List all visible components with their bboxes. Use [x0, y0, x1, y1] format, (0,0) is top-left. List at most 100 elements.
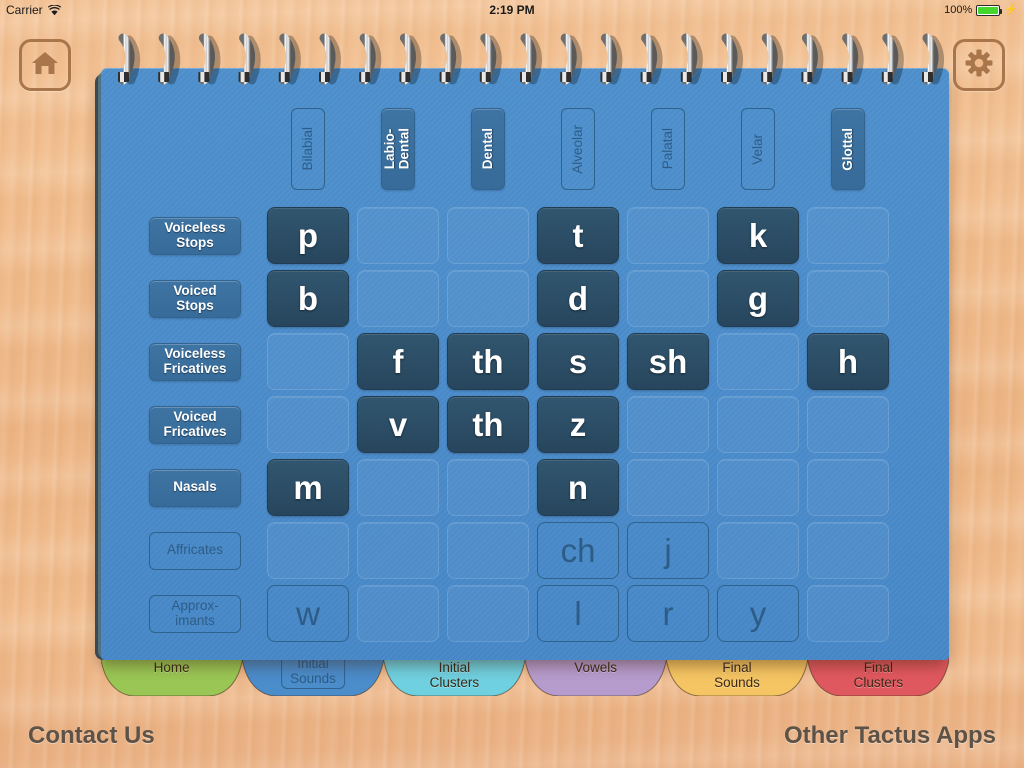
phoneme-cell-slot [803, 582, 893, 645]
phoneme-cell-m-r4c0[interactable]: m [267, 459, 349, 516]
phoneme-cell-slot [443, 582, 533, 645]
phoneme-cell-slot: th [443, 330, 533, 393]
phoneme-cell-slot: z [533, 393, 623, 456]
row-label-voiceless-stops[interactable]: Voiceless Stops [149, 216, 241, 255]
phoneme-cell-empty-r0c6 [807, 207, 889, 264]
phoneme-cell-slot [803, 519, 893, 582]
phoneme-cell-p-r0c0[interactable]: p [267, 207, 349, 264]
phoneme-cell-slot [263, 519, 353, 582]
phoneme-cell-slot [713, 393, 803, 456]
column-header-bilabial[interactable]: Bilabial [291, 108, 325, 190]
settings-button[interactable] [953, 39, 1005, 91]
phoneme-cell-slot [803, 456, 893, 519]
row-label-voiceless-fricatives[interactable]: Voiceless Fricatives [149, 342, 241, 381]
phoneme-cell-slot [263, 330, 353, 393]
row-label-slot: Voiced Stops [149, 267, 241, 330]
battery-full-icon [976, 4, 1003, 16]
row-label-voiced-stops[interactable]: Voiced Stops [149, 279, 241, 318]
phoneme-cell-empty-r6c2 [447, 585, 529, 642]
column-header-velar[interactable]: Velar [741, 108, 775, 190]
phoneme-cell-slot [353, 204, 443, 267]
phoneme-cell-slot: k [713, 204, 803, 267]
phoneme-cell-l-r6c3[interactable]: l [537, 585, 619, 642]
phoneme-cell-th-r3c2[interactable]: th [447, 396, 529, 453]
phoneme-cell-w-r6c0[interactable]: w [267, 585, 349, 642]
phoneme-cell-slot: d [533, 267, 623, 330]
phoneme-cell-j-r5c4[interactable]: j [627, 522, 709, 579]
column-header-slot: Bilabial [263, 108, 353, 190]
phoneme-cell-k-r0c5[interactable]: k [717, 207, 799, 264]
notebook-page: Bilabial Labio- Dental Dental Alveolar Palat… [101, 68, 949, 660]
row-label-slot: Affricates [149, 519, 241, 582]
phoneme-cell-d-r1c3[interactable]: d [537, 270, 619, 327]
phoneme-row: ptk [263, 204, 893, 267]
phoneme-cell-sh-r2c4[interactable]: sh [627, 333, 709, 390]
row-label-text: Voiced Fricatives [163, 408, 227, 439]
phoneme-cell-empty-r5c0 [267, 522, 349, 579]
row-label-approx-imants[interactable]: Approx- imants [149, 594, 241, 633]
status-bar-right: 100% ⚡ [944, 4, 1018, 16]
phoneme-row: v th z [263, 393, 893, 456]
phoneme-cell-empty-r4c1 [357, 459, 439, 516]
phoneme-cell-slot [623, 393, 713, 456]
row-label-text: Voiced Stops [173, 282, 217, 313]
phoneme-cell-slot: j [623, 519, 713, 582]
phoneme-cell-n-r4c3[interactable]: n [537, 459, 619, 516]
row-label-affricates[interactable]: Affricates [149, 531, 241, 570]
phoneme-cell-slot [623, 456, 713, 519]
phoneme-cell-th-r2c2[interactable]: th [447, 333, 529, 390]
phoneme-cell-slot [443, 267, 533, 330]
row-label-text: Voiceless Fricatives [163, 345, 227, 376]
phoneme-cell-slot: t [533, 204, 623, 267]
battery-percent-label: 100% [944, 4, 973, 16]
column-header-label: Bilabial [299, 127, 315, 171]
phoneme-cell-z-r3c3[interactable]: z [537, 396, 619, 453]
phoneme-cell-v-r3c1[interactable]: v [357, 396, 439, 453]
phoneme-chart: Bilabial Labio- Dental Dental Alveolar Palat… [101, 68, 949, 660]
column-header-slot: Alveolar [533, 108, 623, 190]
phoneme-cell-empty-r3c6 [807, 396, 889, 453]
phoneme-cell-f-r2c1[interactable]: f [357, 333, 439, 390]
phoneme-cell-empty-r2c0 [267, 333, 349, 390]
phoneme-cell-g-r1c5[interactable]: g [717, 270, 799, 327]
column-header-label: Glottal [839, 127, 855, 171]
phoneme-cell-slot [353, 582, 443, 645]
phoneme-cell-slot: y [713, 582, 803, 645]
column-header-label: Labio- Dental [382, 128, 412, 170]
column-header-glottal[interactable]: Glottal [831, 108, 865, 190]
contact-us-link[interactable]: Contact Us [28, 722, 155, 750]
column-header-slot: Glottal [803, 108, 893, 190]
phoneme-cell-b-r1c0[interactable]: b [267, 270, 349, 327]
phoneme-cell-y-r6c5[interactable]: y [717, 585, 799, 642]
phoneme-cell-slot: w [263, 582, 353, 645]
home-button[interactable] [19, 39, 71, 91]
phoneme-cell-slot [713, 330, 803, 393]
column-header-labio-dental[interactable]: Labio- Dental [381, 108, 415, 190]
column-header-label: Velar [749, 133, 765, 165]
phoneme-cell-slot: r [623, 582, 713, 645]
row-label-nasals[interactable]: Nasals [149, 468, 241, 507]
column-header-slot: Dental [443, 108, 533, 190]
phoneme-cell-slot: l [533, 582, 623, 645]
column-header-palatal[interactable]: Palatal [651, 108, 685, 190]
column-header-dental[interactable]: Dental [471, 108, 505, 190]
phoneme-cell-r-r6c4[interactable]: r [627, 585, 709, 642]
lightning-bolt-icon: ⚡ [1004, 3, 1018, 16]
phoneme-cell-empty-r6c1 [357, 585, 439, 642]
phoneme-cell-slot: s [533, 330, 623, 393]
column-header-label: Palatal [659, 128, 675, 170]
phoneme-cell-slot: sh [623, 330, 713, 393]
phoneme-cell-s-r2c3[interactable]: s [537, 333, 619, 390]
phoneme-cell-ch-r5c3[interactable]: ch [537, 522, 619, 579]
phoneme-cell-slot [713, 456, 803, 519]
column-header-label: Alveolar [569, 124, 585, 174]
row-label-voiced-fricatives[interactable]: Voiced Fricatives [149, 405, 241, 444]
phoneme-cell-empty-r0c4 [627, 207, 709, 264]
phoneme-cell-slot [623, 204, 713, 267]
phoneme-cell-t-r0c3[interactable]: t [537, 207, 619, 264]
row-label-text: Affricates [166, 542, 224, 558]
phoneme-cell-h-r2c6[interactable]: h [807, 333, 889, 390]
phoneme-cell-slot: h [803, 330, 893, 393]
other-tactus-apps-link[interactable]: Other Tactus Apps [784, 722, 996, 750]
column-header-alveolar[interactable]: Alveolar [561, 108, 595, 190]
